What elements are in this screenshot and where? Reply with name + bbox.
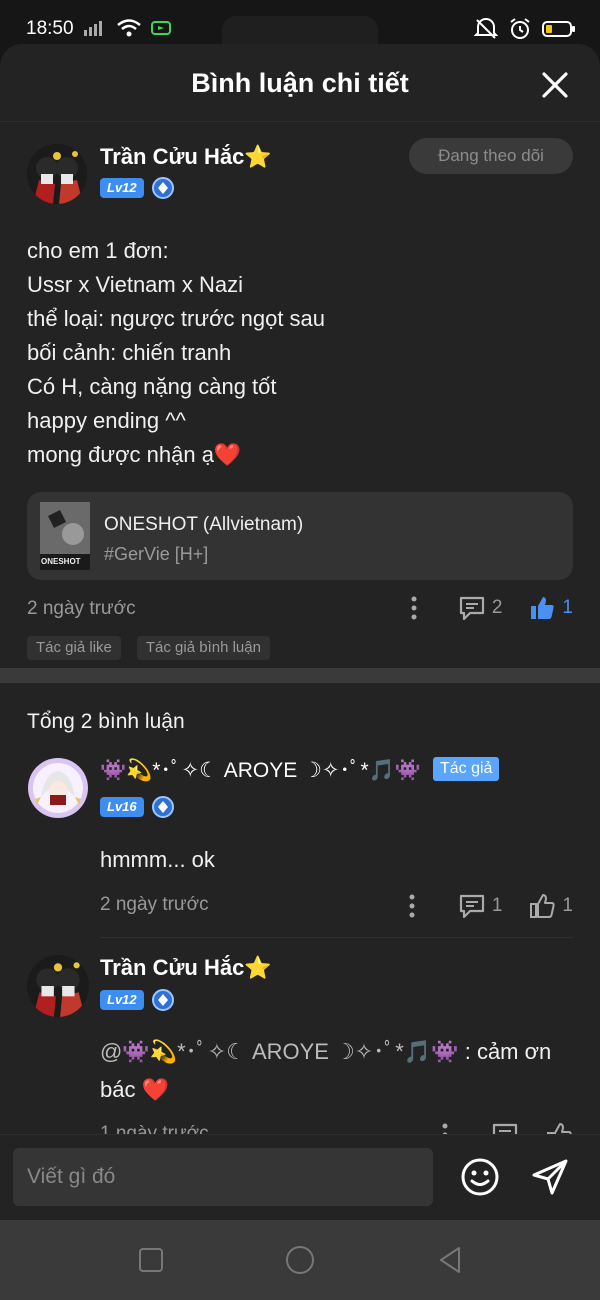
post-author-row: Trần Cửu Hắc⭐ Lv12 Đang theo dõi bbox=[27, 122, 573, 218]
post-body: cho em 1 đơn: Ussr x Vietnam x Nazi thể … bbox=[27, 234, 573, 472]
comment-count-button[interactable]: 2 bbox=[458, 594, 503, 622]
post-author-badges: Lv12 bbox=[100, 177, 174, 199]
comments-section: Tổng 2 bình luận 👾💫*･ﾟ✧☾ AROYE ☽✧･ﾟ*🎵👾 T… bbox=[0, 683, 600, 1169]
section-divider bbox=[0, 668, 600, 683]
sheet-title: Bình luận chi tiết bbox=[191, 68, 409, 98]
status-left-icons bbox=[82, 18, 172, 38]
back-icon[interactable] bbox=[435, 1245, 465, 1275]
post-actions: 2 1 bbox=[404, 594, 573, 622]
sheet-header: Bình luận chi tiết bbox=[0, 44, 600, 122]
more-options-icon[interactable] bbox=[402, 892, 422, 920]
recents-icon[interactable] bbox=[136, 1245, 166, 1275]
comment-actions: 1 1 bbox=[402, 892, 573, 920]
status-time: 18:50 bbox=[26, 18, 74, 39]
comment-input-box[interactable] bbox=[13, 1148, 433, 1206]
comments-total: Tổng 2 bình luận bbox=[27, 710, 185, 733]
level-badge: Lv12 bbox=[100, 178, 144, 198]
diamond-badge-icon bbox=[151, 177, 174, 199]
reply-count: 1 bbox=[491, 895, 503, 916]
comment-count: 2 bbox=[491, 597, 503, 618]
mute-icon bbox=[474, 18, 498, 39]
signal-icon bbox=[84, 21, 102, 36]
comment-input[interactable] bbox=[13, 1148, 433, 1206]
like-button[interactable]: 1 bbox=[528, 594, 573, 622]
follow-button[interactable]: Đang theo dõi bbox=[409, 138, 573, 174]
comment-author-name-text: 👾💫*･ﾟ✧☾ AROYE ☽✧･ﾟ*🎵👾 bbox=[100, 759, 421, 782]
avatar-image bbox=[27, 144, 87, 204]
comment-text: hmmm... ok bbox=[100, 847, 215, 872]
book-card[interactable]: ONESHOT ONESHOT (Allvietnam) #GerVie [H+… bbox=[27, 492, 573, 580]
composer-bar bbox=[0, 1134, 600, 1220]
avatar[interactable] bbox=[27, 144, 87, 204]
system-navigation-bar bbox=[0, 1220, 600, 1300]
mention-link[interactable]: @👾💫*･ﾟ✧☾ AROYE ☽✧･ﾟ*🎵👾 bbox=[100, 1039, 459, 1064]
post-meta-row: 2 ngày trước 2 1 bbox=[27, 580, 573, 640]
avatar[interactable] bbox=[27, 955, 89, 1017]
post-author-name[interactable]: Trần Cửu Hắc⭐ bbox=[100, 144, 272, 170]
author-badge: Tác giả bbox=[432, 757, 500, 781]
diamond-badge-icon bbox=[151, 989, 174, 1011]
more-options-icon[interactable] bbox=[404, 594, 424, 622]
comment-author-badges: Lv16 bbox=[100, 796, 174, 818]
like-count: 1 bbox=[562, 895, 573, 916]
main-comment: Trần Cửu Hắc⭐ Lv12 Đang theo dõi cho em … bbox=[0, 122, 600, 660]
avatar[interactable] bbox=[27, 757, 89, 819]
thumbs-up-filled-icon bbox=[531, 597, 555, 619]
comment-separator bbox=[100, 937, 573, 938]
level-badge: Lv16 bbox=[100, 797, 144, 817]
post-time: 2 ngày trước bbox=[27, 598, 136, 619]
home-icon[interactable] bbox=[285, 1245, 315, 1275]
comment-item: 👾💫*･ﾟ✧☾ AROYE ☽✧･ﾟ*🎵👾 Tác giả Lv16 hmmm.… bbox=[27, 734, 573, 939]
reply-count-button[interactable]: 1 bbox=[458, 892, 503, 920]
diamond-badge-icon bbox=[151, 796, 174, 818]
close-icon[interactable] bbox=[540, 70, 570, 100]
battery-icon bbox=[542, 21, 575, 37]
comment-author-name[interactable]: Trần Cửu Hắc⭐ bbox=[100, 955, 272, 981]
comment-author-name[interactable]: 👾💫*･ﾟ✧☾ AROYE ☽✧･ﾟ*🎵👾 Tác giả bbox=[100, 754, 500, 784]
status-right-icons bbox=[474, 17, 576, 41]
comment-text: @👾💫*･ﾟ✧☾ AROYE ☽✧･ﾟ*🎵👾 : cảm ơn bác ❤️ bbox=[100, 1033, 573, 1109]
wifi-icon bbox=[117, 19, 141, 37]
comment-author-badges: Lv12 bbox=[100, 989, 174, 1011]
comment-time: 2 ngày trước bbox=[100, 894, 209, 915]
app-notification-icon bbox=[151, 21, 171, 35]
comment-meta-row: 2 ngày trước 1 1 bbox=[100, 894, 573, 924]
book-cover-text: ONESHOT bbox=[41, 557, 81, 566]
book-cover: ONESHOT bbox=[40, 502, 90, 570]
book-tag: #GerVie [H+] bbox=[104, 544, 209, 564]
send-icon[interactable] bbox=[530, 1157, 570, 1197]
like-count: 1 bbox=[562, 597, 573, 618]
like-button[interactable]: 1 bbox=[528, 892, 573, 920]
book-title: ONESHOT (Allvietnam) bbox=[104, 514, 304, 535]
emoji-icon[interactable] bbox=[460, 1157, 500, 1197]
post-body-text: cho em 1 đơn: Ussr x Vietnam x Nazi thể … bbox=[27, 238, 326, 467]
comment-icon bbox=[459, 596, 484, 621]
thumbs-up-icon bbox=[530, 894, 556, 918]
comment-icon bbox=[459, 894, 484, 919]
alarm-icon bbox=[510, 18, 530, 39]
level-badge: Lv12 bbox=[100, 990, 144, 1010]
comment-detail-sheet: Bình luận chi tiết Trần Cửu Hắc⭐ Lv12 Đa… bbox=[0, 44, 600, 1220]
